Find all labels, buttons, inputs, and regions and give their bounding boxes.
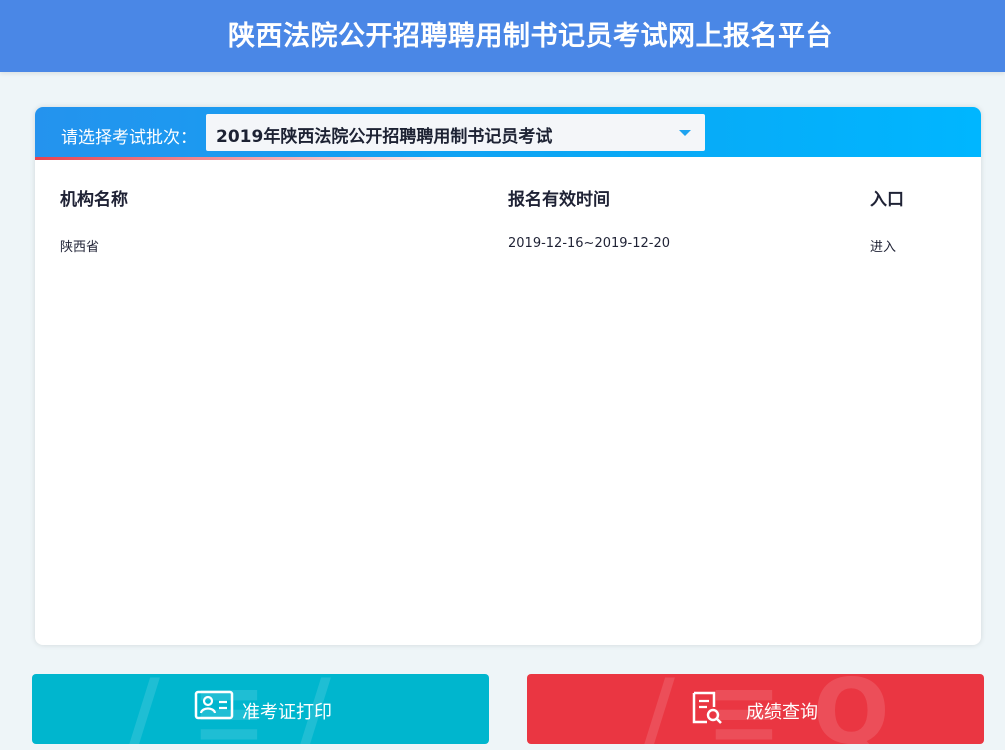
bar-accent-line [35,157,981,160]
score-query-button[interactable]: / ≡ Q 成绩查询 [527,674,984,744]
column-header-entry: 入口 [870,190,904,210]
caret-down-icon[interactable] [679,130,691,136]
batch-select[interactable]: 2019年陕西法院公开招聘聘用制书记员考试 [206,114,705,151]
batch-selector-bar: 请选择考试批次： 2019年陕西法院公开招聘聘用制书记员考试 [35,107,981,157]
row-period: 2019-12-16~2019-12-20 [508,236,670,251]
admission-ticket-button[interactable]: / ≡ / 准考证打印 [32,674,489,744]
page-title: 陕西法院公开招聘聘用制书记员考试网上报名平台 [228,21,833,52]
column-header-period: 报名有效时间 [508,190,610,210]
top-header: 陕西法院公开招聘聘用制书记员考试网上报名平台 [0,0,1005,72]
id-card-icon [194,690,234,720]
admission-ticket-label: 准考证打印 [242,702,332,723]
document-search-icon [692,691,722,724]
enter-link[interactable]: 进入 [870,236,896,255]
batch-label: 请选择考试批次： [61,128,197,148]
column-header-org: 机构名称 [60,190,128,210]
exam-batch-card: 请选择考试批次： 2019年陕西法院公开招聘聘用制书记员考试 机构名称 报名有效… [35,107,981,645]
score-query-label: 成绩查询 [746,702,818,723]
batch-select-value: 2019年陕西法院公开招聘聘用制书记员考试 [216,127,553,147]
row-org-name: 陕西省 [60,240,100,255]
